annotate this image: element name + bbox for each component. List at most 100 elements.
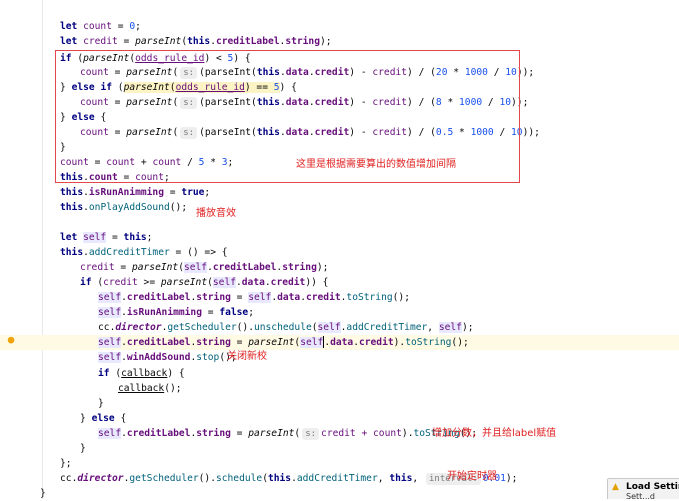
code-token: self	[317, 322, 341, 333]
code-token: (	[109, 368, 122, 379]
code-token: parseInt	[248, 428, 295, 439]
code-line: }	[0, 441, 679, 456]
code-line: cc.director.getScheduler().schedule(this…	[0, 471, 679, 486]
notification-subtitle: Sett...d	[626, 492, 655, 501]
code-token: );	[319, 36, 332, 47]
code-token: =	[117, 36, 136, 47]
code-token: self	[248, 292, 272, 303]
code-line: if (callback) {	[0, 366, 679, 381]
code-token: )) {	[305, 277, 329, 288]
code-token: cc	[60, 473, 72, 484]
code-token: =	[114, 262, 132, 273]
code-token: winAddSound	[126, 352, 191, 363]
code-token: ;	[146, 232, 153, 243]
code-token: true	[181, 187, 205, 198]
code-token: =	[230, 292, 249, 303]
annotation-add-score: 增加分数，并且给label赋值	[432, 428, 557, 439]
code-token: (	[311, 322, 318, 333]
code-token: credit	[358, 337, 394, 348]
code-token: parseInt	[131, 262, 179, 273]
code-token: if	[98, 368, 110, 379]
code-token: credit	[270, 277, 306, 288]
code-token: string	[196, 337, 231, 348]
code-token: data	[241, 277, 265, 288]
code-token: credit +	[321, 428, 374, 439]
code-token: (	[91, 277, 104, 288]
code-token: count	[83, 21, 112, 32]
notification-popup[interactable]: ▲ Load Settings Sett...d	[607, 478, 679, 501]
code-token: this	[60, 187, 84, 198]
code-token: self	[212, 277, 236, 288]
param-hint: s:	[302, 428, 320, 440]
code-line: } else {	[0, 411, 679, 426]
code-line: credit = parseInt(self.creditLabel.strin…	[0, 260, 679, 275]
code-token: = () => {	[169, 247, 228, 258]
code-token: this	[267, 473, 292, 484]
code-token: self	[98, 352, 122, 363]
code-token: ,	[377, 473, 390, 484]
annotation-play-sound: 播放音效	[196, 208, 236, 219]
code-token: >=	[137, 277, 161, 288]
code-token: creditLabel	[126, 292, 191, 303]
code-token: }	[80, 443, 86, 454]
code-token: creditLabel	[126, 428, 191, 439]
code-token: this	[123, 232, 147, 243]
code-token: self	[98, 337, 122, 348]
notification-title: Load Settings	[626, 482, 679, 492]
code-token: self	[98, 292, 122, 303]
code-token: credit	[83, 36, 118, 47]
code-token: };	[60, 458, 72, 469]
code-token: self	[300, 337, 324, 348]
code-token: ();	[169, 202, 188, 213]
annotation-start-timer: 开始定时器	[447, 471, 497, 482]
code-line: cc.director.getScheduler().unschedule(se…	[0, 320, 679, 335]
code-line: }	[0, 396, 679, 411]
code-token: ).	[393, 337, 406, 348]
code-token: =	[230, 428, 249, 439]
code-line-current: self.creditLabel.string = parseInt(self.…	[0, 335, 679, 350]
code-token: parseInt	[135, 36, 182, 47]
annotation-interval: 这里是根据需要算出的数值增加间隔	[296, 159, 456, 170]
code-token: this	[60, 202, 84, 213]
code-token: self	[83, 232, 107, 243]
code-token: self	[438, 322, 462, 333]
code-token: =	[163, 187, 182, 198]
code-token: director	[115, 322, 162, 333]
code-token: unschedule	[253, 322, 312, 333]
code-token: cc	[98, 322, 110, 333]
code-token: =	[112, 21, 130, 32]
code-line: callback();	[0, 381, 679, 396]
code-token: }	[40, 488, 46, 499]
code-token: string	[196, 428, 231, 439]
code-token: onPlayAddSound	[88, 202, 170, 213]
code-token: this	[187, 36, 211, 47]
code-token: ;	[135, 21, 141, 32]
code-token: ();	[451, 337, 469, 348]
code-line: let count = 0;	[0, 19, 679, 34]
code-token: callback	[121, 368, 168, 379]
code-token: else	[91, 413, 115, 424]
code-token: director	[77, 473, 124, 484]
code-token: creditLabel	[126, 337, 191, 348]
lightbulb-icon[interactable]: ●	[5, 333, 17, 346]
code-token: getScheduler	[167, 322, 237, 333]
code-line: self.winAddSound.stop();	[0, 350, 679, 365]
code-token: ().	[198, 473, 216, 484]
warning-icon: ▲	[612, 482, 619, 492]
code-token: ;	[248, 307, 254, 318]
code-token: credit	[305, 292, 341, 303]
code-token: ();	[392, 292, 410, 303]
code-line: };	[0, 456, 679, 471]
annotation-close: 关闭新校	[227, 351, 267, 362]
code-token: self	[98, 428, 122, 439]
code-line: self.creditLabel.string = parseInt(s: cre…	[0, 426, 679, 441]
code-token: );	[505, 473, 518, 484]
code-token: ().	[236, 322, 254, 333]
code-token: string	[285, 36, 320, 47]
code-token: count	[373, 428, 402, 439]
code-token: this	[389, 473, 413, 484]
code-token: creditLabel	[212, 262, 277, 273]
code-token: parseInt	[160, 277, 208, 288]
code-line: this.isRunAnimming = true;	[0, 185, 679, 200]
code-token: parseInt	[248, 337, 295, 348]
